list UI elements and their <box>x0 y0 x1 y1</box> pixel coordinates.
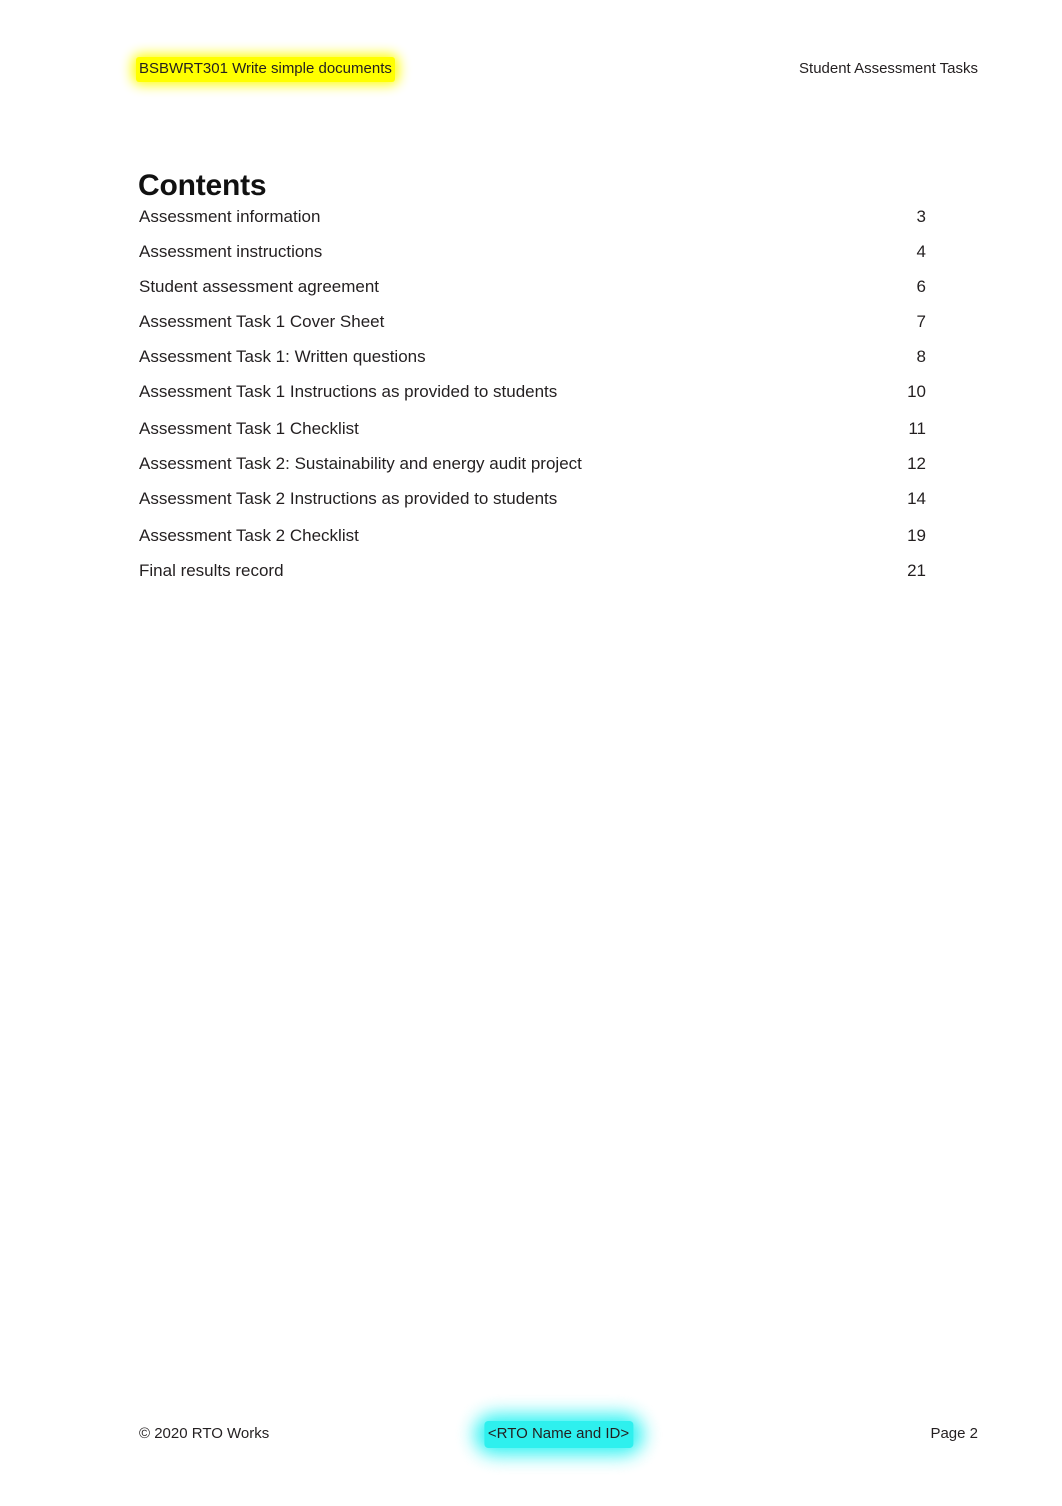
toc-entry[interactable]: Assessment Task 1 Cover Sheet 7 <box>139 310 926 345</box>
toc-entry[interactable]: Final results record 21 <box>139 559 926 594</box>
footer-rto-name-highlighted: <RTO Name and ID> <box>473 1414 644 1455</box>
toc-entry[interactable]: Assessment Task 1 Instructions as provid… <box>139 380 926 415</box>
toc-entry-label: Assessment Task 1 Instructions as provid… <box>139 382 558 401</box>
toc-entry-label: Assessment information <box>139 207 321 226</box>
toc-entry[interactable]: Assessment Task 2 Checklist 19 <box>139 524 926 559</box>
page-footer: © 2020 RTO Works <RTO Name and ID> Page … <box>139 1414 978 1455</box>
toc-entry-label: Assessment Task 1 Checklist <box>139 419 359 438</box>
toc-entry[interactable]: Assessment information 3 <box>139 205 926 240</box>
toc-entry-page-number: 10 <box>907 382 926 401</box>
toc-entry[interactable]: Assessment Task 2 Instructions as provid… <box>139 487 926 522</box>
toc-entry-page-number: 3 <box>916 207 926 226</box>
page-title: Contents <box>138 169 267 203</box>
footer-center-text: <RTO Name and ID> <box>487 1425 630 1442</box>
header-unit-code-highlighted: BSBWRT301 Write simple documents <box>132 54 399 85</box>
page-header: BSBWRT301 Write simple documents Student… <box>132 54 978 85</box>
toc-entry[interactable]: Assessment Task 1 Checklist 11 <box>139 417 926 452</box>
toc-entry[interactable]: Assessment Task 1: Written questions 8 <box>139 345 926 380</box>
toc-entry[interactable]: Student assessment agreement 6 <box>139 275 926 310</box>
toc-entry-label: Assessment instructions <box>139 242 323 261</box>
toc-entry-page-number: 7 <box>916 312 926 331</box>
toc-entry-label: Assessment Task 1 Cover Sheet <box>139 312 385 331</box>
toc-entry-label: Assessment Task 2 Instructions as provid… <box>139 489 558 508</box>
footer-page-number: Page 2 <box>930 1425 978 1442</box>
header-right-text: Student Assessment Tasks <box>799 60 978 77</box>
toc-entry-page-number: 19 <box>907 526 926 545</box>
toc-entry-page-number: 21 <box>907 561 926 580</box>
toc-entry-label: Assessment Task 2 Checklist <box>139 526 359 545</box>
toc-entry-page-number: 14 <box>907 489 926 508</box>
header-left-text: BSBWRT301 Write simple documents <box>139 60 392 77</box>
toc-entry-page-number: 8 <box>916 347 926 366</box>
toc-entry-label: Assessment Task 1: Written questions <box>139 347 426 366</box>
toc-entry-page-number: 4 <box>916 242 926 261</box>
toc-entry-page-number: 12 <box>907 454 926 473</box>
document-page: BSBWRT301 Write simple documents Student… <box>0 0 1062 1506</box>
toc-entry-page-number: 6 <box>916 277 926 296</box>
toc-entry-label: Student assessment agreement <box>139 277 380 296</box>
toc-entry-page-number: 11 <box>908 419 926 438</box>
toc-entry-label: Final results record <box>139 561 284 580</box>
table-of-contents: Assessment information 3 Assessment inst… <box>139 205 926 594</box>
toc-entry-label: Assessment Task 2: Sustainability and en… <box>139 454 582 473</box>
toc-entry[interactable]: Assessment instructions 4 <box>139 240 926 275</box>
toc-entry[interactable]: Assessment Task 2: Sustainability and en… <box>139 452 926 487</box>
footer-copyright: © 2020 RTO Works <box>139 1425 270 1442</box>
